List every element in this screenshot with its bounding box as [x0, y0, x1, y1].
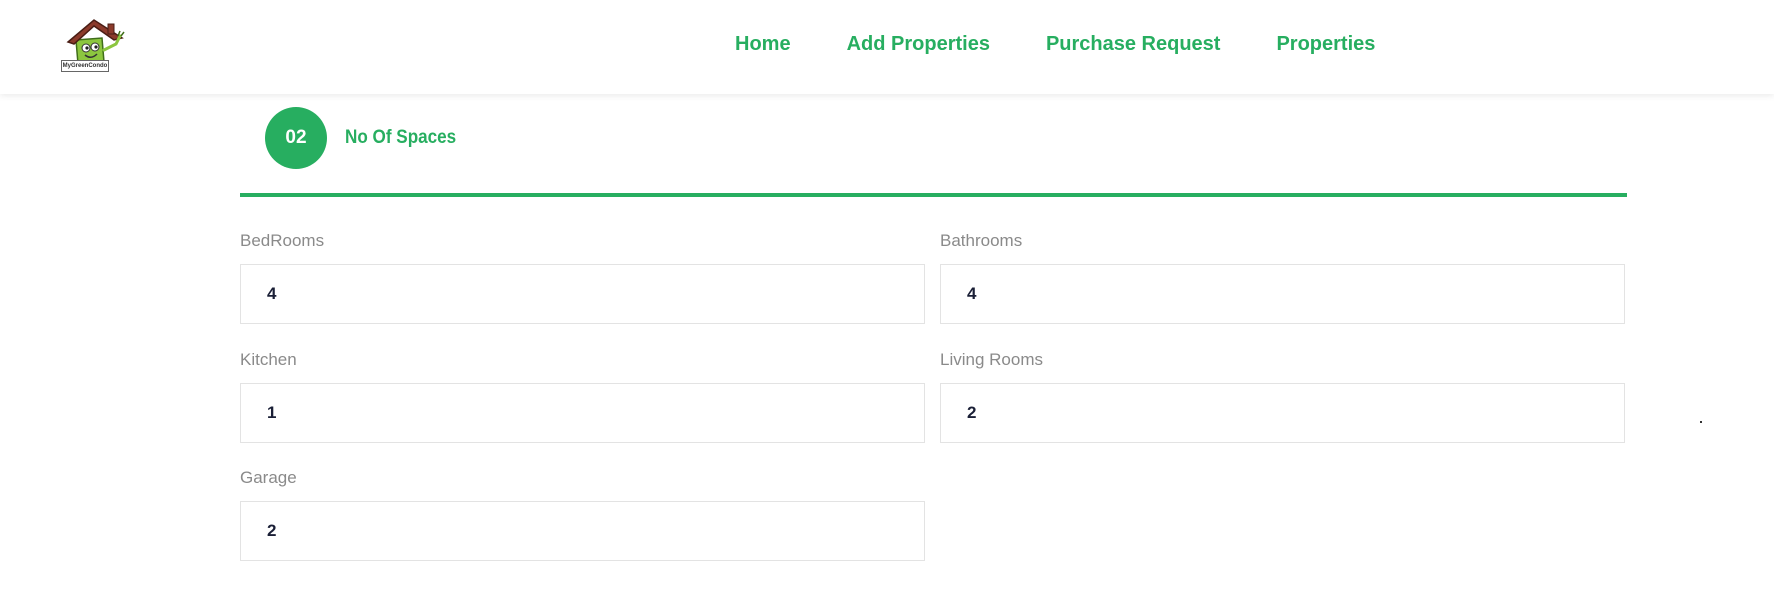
- kitchen-input[interactable]: 1: [240, 383, 925, 443]
- nav-add-properties[interactable]: Add Properties: [847, 33, 990, 56]
- main-nav: Home Add Properties Purchase Request Pro…: [735, 33, 1375, 56]
- nav-home[interactable]: Home: [735, 33, 791, 56]
- step-title: No Of Spaces: [345, 127, 457, 148]
- stray-dot: [1700, 421, 1702, 423]
- living-rooms-input[interactable]: 2: [940, 383, 1625, 443]
- bedrooms-input[interactable]: 4: [240, 264, 925, 324]
- bathrooms-label: Bathrooms: [940, 231, 1023, 250]
- nav-purchase-request[interactable]: Purchase Request: [1046, 33, 1221, 56]
- garage-input[interactable]: 2: [240, 501, 925, 561]
- bedrooms-label: BedRooms: [240, 231, 325, 250]
- site-header: MyGreenCondo Home Add Properties Purchas…: [0, 0, 1774, 94]
- site-logo[interactable]: MyGreenCondo: [58, 18, 140, 74]
- nav-properties[interactable]: Properties: [1276, 33, 1375, 56]
- garage-label: Garage: [240, 468, 297, 487]
- living-rooms-label: Living Rooms: [940, 350, 1043, 369]
- logo-text: MyGreenCondo: [61, 60, 109, 72]
- section-divider: [240, 193, 1627, 197]
- step-header: 02 No Of Spaces: [265, 107, 469, 169]
- bathrooms-input[interactable]: 4: [940, 264, 1625, 324]
- kitchen-label: Kitchen: [240, 350, 297, 369]
- step-number-badge: 02: [265, 107, 327, 169]
